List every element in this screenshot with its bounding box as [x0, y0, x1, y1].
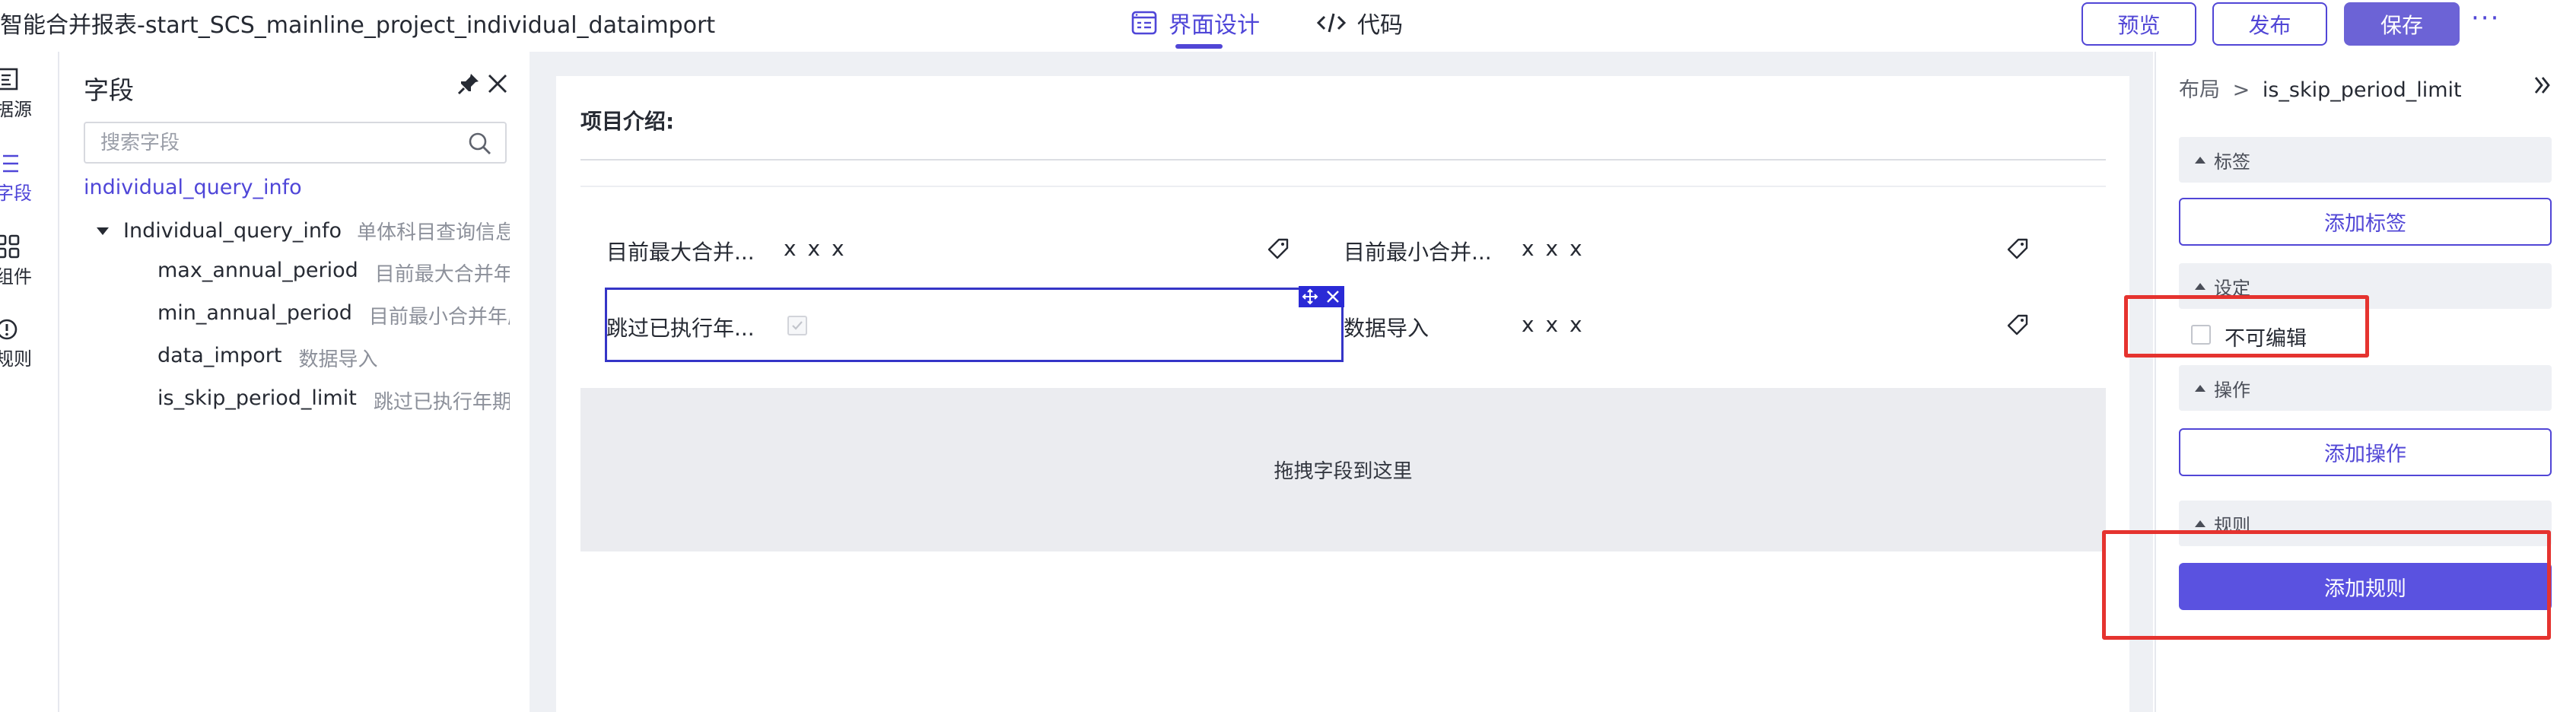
tree-item-desc: 目前最小合并年度/ [368, 306, 510, 329]
section-header-actions[interactable]: 操作 [2179, 365, 2552, 411]
highlight-box [2102, 530, 2551, 640]
tree-node-root[interactable]: Individual_query_info 单体科目查询信息 [96, 217, 510, 245]
rail-item-label: 字段 [0, 183, 32, 204]
panel-scrollbar[interactable] [2553, 52, 2576, 712]
field-label[interactable]: 数据导入 [1344, 312, 1429, 342]
tree-item-name: is_skip_period_limit [157, 386, 357, 410]
pin-icon[interactable] [456, 72, 481, 96]
datasource-icon [0, 67, 18, 91]
tree-item[interactable]: max_annual_period 目前最大合并年度 [157, 259, 510, 287]
field-value: x x x [1522, 312, 1585, 337]
field-value: x x x [784, 236, 847, 261]
tree-item-name: data_import [157, 344, 282, 367]
breadcrumb: 布局 > is_skip_period_limit [2179, 73, 2462, 103]
tree-item-name: min_annual_period [157, 301, 352, 325]
tree-item[interactable]: data_import 数据导入 [157, 344, 377, 372]
code-icon [1316, 11, 1357, 35]
datasource-link[interactable]: individual_query_info [84, 176, 302, 199]
layout-icon [1131, 9, 1169, 37]
caret-down-icon [96, 227, 110, 236]
rail-item-fields[interactable]: 字段 [0, 152, 59, 205]
publish-button[interactable]: 发布 [2212, 2, 2327, 46]
drop-zone[interactable]: 拖拽字段到这里 [580, 388, 2106, 551]
tree-node-desc: 单体科目查询信息 [357, 221, 510, 244]
field-search-box [84, 122, 507, 164]
collapse-panel-icon[interactable] [2532, 75, 2553, 96]
section-header-label: 标签 [2214, 151, 2250, 173]
highlight-box [2124, 295, 2369, 358]
divider [580, 186, 2106, 187]
tree-item-desc: 目前最大合并年度 [374, 263, 510, 286]
search-input[interactable] [100, 129, 458, 157]
skip-period-checkbox[interactable] [787, 316, 807, 335]
breadcrumb-current: is_skip_period_limit [2262, 78, 2462, 102]
tree-item-desc: 跳过已执行年期限 [373, 391, 510, 414]
field-label[interactable]: 目前最小合并... [1344, 236, 1492, 266]
caret-up-icon [2194, 383, 2206, 393]
add-action-button[interactable]: 添加操作 [2179, 428, 2552, 476]
add-tag-button[interactable]: 添加标签 [2179, 198, 2552, 246]
field-value: x x x [1522, 236, 1585, 261]
caret-up-icon [2194, 155, 2206, 164]
tree-item-desc: 数据导入 [298, 348, 378, 371]
field-label[interactable]: 目前最大合并... [606, 236, 755, 266]
tab-design[interactable]: 界面设计 [1131, 3, 1260, 43]
alert-circle-icon [0, 318, 18, 341]
app-title: 智能合并报表-start_SCS_mainline_project_indivi… [0, 12, 716, 39]
field-label[interactable]: 跳过已执行年... [606, 312, 755, 342]
rail-item-rules[interactable]: 规则 [0, 318, 59, 370]
divider [580, 159, 2106, 161]
tree-node-name: Individual_query_info [123, 219, 342, 243]
tag-icon[interactable] [2006, 237, 2029, 260]
rail-item-label: 规则 [0, 348, 32, 370]
field-panel-title: 字段 [84, 75, 134, 105]
move-icon[interactable] [1299, 286, 1321, 307]
tab-code[interactable]: 代码 [1316, 3, 1403, 43]
active-tab-indicator [1175, 44, 1223, 49]
grid-icon [0, 234, 20, 259]
close-icon[interactable] [1321, 286, 1344, 307]
preview-button[interactable]: 预览 [2081, 2, 2196, 46]
tag-icon[interactable] [1267, 237, 1290, 260]
left-icon-rail [0, 52, 59, 712]
more-options-button[interactable]: ··· [2471, 3, 2500, 33]
close-icon[interactable] [487, 73, 508, 94]
section-title: 项目介绍: [580, 109, 675, 134]
rail-item-label: 据源 [0, 99, 32, 120]
tree-item[interactable]: min_annual_period 目前最小合并年度/ [157, 301, 510, 329]
caret-up-icon [2194, 281, 2206, 291]
breadcrumb-root[interactable]: 布局 [2179, 78, 2220, 102]
rail-item-components[interactable]: 组件 [0, 234, 59, 288]
save-button[interactable]: 保存 [2344, 2, 2460, 46]
breadcrumb-separator: > [2232, 78, 2250, 102]
search-icon[interactable] [467, 131, 493, 157]
section-header-tags[interactable]: 标签 [2179, 137, 2552, 183]
tab-code-label: 代码 [1357, 12, 1403, 39]
rail-item-datasource[interactable]: 据源 [0, 67, 59, 121]
field-tree: Individual_query_info 单体科目查询信息 max_annua… [61, 198, 510, 426]
tree-item-name: max_annual_period [157, 259, 358, 282]
list-icon [0, 152, 20, 175]
section-header-label: 操作 [2214, 379, 2250, 401]
caret-up-icon [2194, 519, 2206, 528]
rail-item-label: 组件 [0, 266, 32, 288]
tag-icon[interactable] [2006, 313, 2029, 336]
tab-design-label: 界面设计 [1169, 12, 1260, 39]
tree-item[interactable]: is_skip_period_limit 跳过已执行年期限 [157, 386, 510, 415]
